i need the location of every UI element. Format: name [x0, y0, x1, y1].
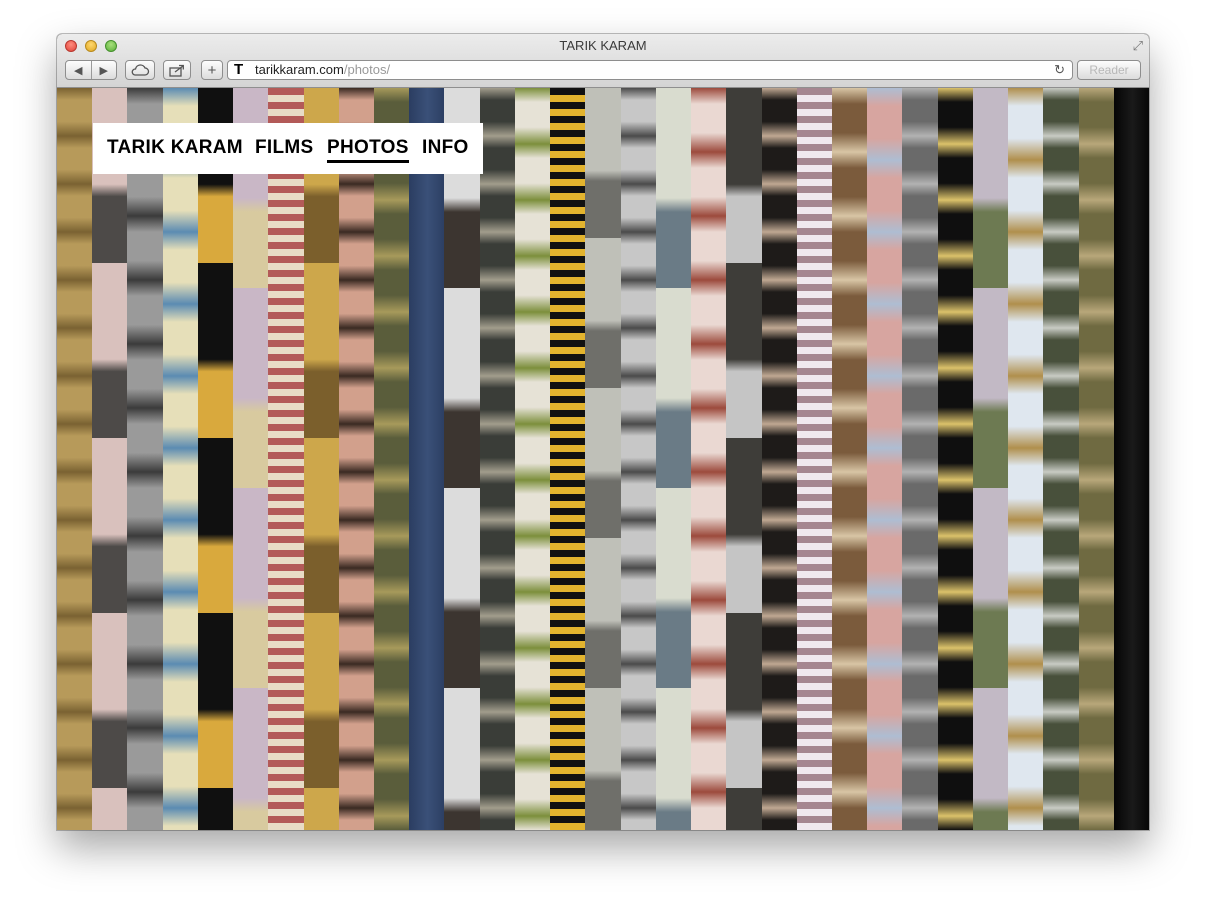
- url-path: /photos/: [343, 62, 391, 77]
- strip-yellow-lines[interactable]: [550, 88, 588, 830]
- fullscreen-icon[interactable]: ⤢: [1133, 38, 1143, 54]
- strip-golden-tree[interactable]: [303, 88, 341, 830]
- strip-bw-hand[interactable]: [127, 88, 165, 830]
- forward-arrow-icon[interactable]: ▶: [92, 64, 117, 77]
- strip-woman-hat[interactable]: [514, 88, 552, 830]
- back-forward-buttons: ◀ ▶: [65, 60, 117, 80]
- strip-pattern-pink[interactable]: [796, 88, 834, 830]
- strip-green-field[interactable]: [972, 88, 1010, 830]
- strip-man-cigarette[interactable]: [761, 88, 799, 830]
- strip-bokeh-lights[interactable]: [1043, 88, 1081, 830]
- strip-grey-dots[interactable]: [902, 88, 940, 830]
- strip-green-olive[interactable]: [374, 88, 412, 830]
- share-icon: [169, 64, 184, 77]
- strip-ofrah-chalk[interactable]: [479, 88, 517, 830]
- url-domain: tarikkaram.com: [255, 62, 344, 77]
- nav-info-link[interactable]: INFO: [422, 137, 469, 159]
- site-favicon-icon: T: [234, 61, 244, 78]
- new-tab-button[interactable]: +: [201, 60, 223, 80]
- address-bar[interactable]: T tarikkaram.com/photos/ ↻: [227, 60, 1073, 80]
- strip-fog-grey[interactable]: [726, 88, 764, 830]
- cloud-icon: [131, 64, 150, 76]
- nav-films-link[interactable]: FILMS: [255, 137, 314, 159]
- strip-red-cream-stripes[interactable]: [268, 88, 306, 830]
- back-arrow-icon[interactable]: ◀: [66, 64, 91, 77]
- share-button[interactable]: [163, 60, 191, 80]
- strip-winter-water[interactable]: [655, 88, 693, 830]
- strip-navy-blue[interactable]: [409, 88, 447, 830]
- strip-map-cream[interactable]: [162, 88, 200, 830]
- reload-icon[interactable]: ↻: [1054, 61, 1065, 79]
- reader-button[interactable]: Reader: [1077, 60, 1141, 80]
- strip-faces-gold[interactable]: [57, 88, 94, 830]
- strip-blur-portrait[interactable]: [585, 88, 623, 830]
- browser-window: TARIK KARAM ⤢ ◀ ▶ + T tarikkaram.com/pho…: [57, 34, 1149, 830]
- strip-lilac-blur[interactable]: [233, 88, 271, 830]
- strip-market-black[interactable]: [197, 88, 235, 830]
- strip-yellow-black[interactable]: [937, 88, 975, 830]
- strip-man-face[interactable]: [338, 88, 376, 830]
- icloud-tabs-button[interactable]: [125, 60, 155, 80]
- strip-house-grey[interactable]: [444, 88, 482, 830]
- nav-photos-link[interactable]: PHOTOS: [327, 137, 409, 163]
- url-text: tarikkaram.com/photos/: [255, 61, 390, 79]
- nav-brand-link[interactable]: TARIK KARAM: [107, 137, 243, 159]
- site-navigation: TARIK KARAM FILMS PHOTOS INFO: [93, 123, 483, 174]
- strip-walkers-pink[interactable]: [92, 88, 130, 830]
- strip-old-man[interactable]: [1078, 88, 1116, 830]
- strip-letter-d[interactable]: [620, 88, 658, 830]
- strip-lips-blue[interactable]: [867, 88, 905, 830]
- page-content: TARIK KARAM FILMS PHOTOS INFO: [57, 88, 1149, 830]
- strip-sky-figure[interactable]: [1008, 88, 1046, 830]
- strip-brown-dots[interactable]: [831, 88, 869, 830]
- strip-hand-pink[interactable]: [691, 88, 729, 830]
- window-title: TARIK KARAM: [559, 38, 647, 53]
- title-bar: TARIK KARAM ⤢ ◀ ▶ + T tarikkaram.com/pho…: [57, 34, 1149, 88]
- strip-black-edge[interactable]: [1113, 88, 1149, 830]
